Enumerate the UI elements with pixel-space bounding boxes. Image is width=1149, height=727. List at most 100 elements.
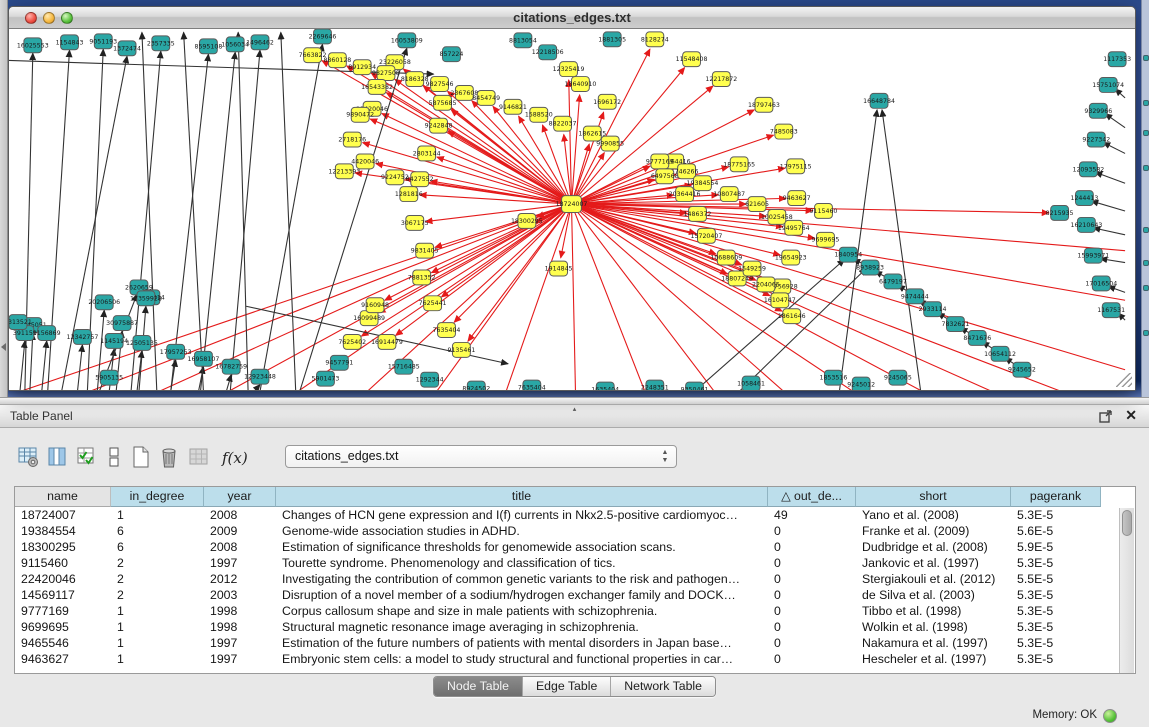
graph-node[interactable]: 8215935 xyxy=(1046,206,1074,221)
table-cell[interactable]: Yano et al. (2008) xyxy=(856,507,1011,523)
table-cell[interactable]: Genome-wide association studies in ADHD. xyxy=(276,523,768,539)
column-header-out-de-[interactable]: △ out_de... xyxy=(768,487,856,507)
graph-edge[interactable] xyxy=(77,345,82,390)
table-cell[interactable]: 49 xyxy=(768,507,856,523)
delete-table-icon[interactable] xyxy=(158,445,180,469)
table-cell[interactable]: 1997 xyxy=(204,555,276,571)
table-cell[interactable]: 9463627 xyxy=(15,651,111,667)
graph-edge[interactable] xyxy=(184,32,204,390)
graph-node[interactable]: 9457791 xyxy=(325,355,353,370)
table-cell[interactable]: Embryonic stem cells: a model to study s… xyxy=(276,651,768,667)
table-cell[interactable]: 6 xyxy=(111,523,204,539)
graph-node[interactable]: 12093582 xyxy=(1072,162,1104,177)
table-cell[interactable]: 0 xyxy=(768,571,856,587)
table-cell[interactable]: 5.3E-5 xyxy=(1011,603,1101,619)
table-row[interactable]: 2242004622012Investigating the contribut… xyxy=(15,571,1135,587)
graph-edge[interactable] xyxy=(572,204,1062,390)
float-panel-icon[interactable] xyxy=(1099,409,1113,423)
table-cell[interactable]: 2 xyxy=(111,587,204,603)
table-row[interactable]: 1872400712008Changes of HCN gene express… xyxy=(15,507,1135,523)
graph-edge[interactable] xyxy=(572,204,784,390)
table-cell[interactable]: 2003 xyxy=(204,587,276,603)
graph-node[interactable]: 1372474 xyxy=(113,41,141,56)
graph-node[interactable]: 2718176 xyxy=(338,132,366,147)
table-cell[interactable]: Nakamura et al. (1997) xyxy=(856,635,1011,651)
graph-node[interactable]: 1056034 xyxy=(221,37,249,52)
table-cell[interactable]: 1 xyxy=(111,635,204,651)
graph-node[interactable]: 1914845 xyxy=(545,261,573,276)
table-cell[interactable]: 9115460 xyxy=(15,555,111,571)
table-cell[interactable]: 6 xyxy=(111,539,204,555)
table-cell[interactable]: Wolkin et al. (1998) xyxy=(856,619,1011,635)
graph-edge[interactable] xyxy=(281,32,296,390)
graph-node[interactable]: 9827546 xyxy=(426,77,454,92)
table-cell[interactable]: Estimation of the future numbers of pati… xyxy=(276,635,768,651)
graph-node[interactable]: 16914479 xyxy=(371,335,403,350)
graph-node[interactable]: 10654112 xyxy=(984,346,1016,361)
graph-node[interactable]: 8595108 xyxy=(194,39,222,54)
window-titlebar[interactable]: citations_edges.txt xyxy=(9,7,1135,29)
graph-edge[interactable] xyxy=(1091,201,1125,211)
graph-node[interactable]: 6479197 xyxy=(879,274,907,289)
scrollbar-thumb[interactable] xyxy=(1122,510,1132,536)
table-cell[interactable]: Hescheler et al. (1997) xyxy=(856,651,1011,667)
graph-node[interactable]: 9224752 xyxy=(381,170,409,185)
table-cell[interactable]: de Silva et al. (2003) xyxy=(856,587,1011,603)
graph-node[interactable]: 12217872 xyxy=(705,72,737,87)
function-builder-icon[interactable]: f(x) xyxy=(222,449,248,467)
graph-node[interactable]: 8924502 xyxy=(462,381,490,390)
table-cell[interactable]: Dudbridge et al. (2008) xyxy=(856,539,1011,555)
table-cell[interactable]: Franke et al. (2009) xyxy=(856,523,1011,539)
graph-node[interactable]: 1145194 xyxy=(100,334,128,349)
graph-node[interactable]: 16543382 xyxy=(361,80,393,95)
graph-edge[interactable] xyxy=(572,204,923,390)
table-row[interactable]: 946362711997Embryonic stem cells: a mode… xyxy=(15,651,1135,667)
table-cell[interactable]: 2 xyxy=(111,571,204,587)
table-cell[interactable]: 5.5E-5 xyxy=(1011,571,1101,587)
table-cell[interactable]: 1998 xyxy=(204,619,276,635)
column-header-in-degree[interactable]: in_degree xyxy=(111,487,204,507)
table-cell[interactable]: 5.3E-5 xyxy=(1011,619,1101,635)
table-cell[interactable]: 5.3E-5 xyxy=(1011,651,1101,667)
graph-node[interactable]: 8860128 xyxy=(323,53,351,68)
graph-node[interactable]: 1696172 xyxy=(593,94,621,109)
table-cell[interactable]: 5.3E-5 xyxy=(1011,555,1101,571)
graph-node[interactable]: 7485083 xyxy=(770,124,798,139)
graph-edge[interactable] xyxy=(572,204,576,390)
table-cell[interactable]: 5.9E-5 xyxy=(1011,539,1101,555)
table-cell[interactable]: 5.3E-5 xyxy=(1011,507,1101,523)
graph-node[interactable]: 15993971 xyxy=(1077,248,1109,263)
table-cell[interactable]: 2009 xyxy=(204,523,276,539)
tab-network-table[interactable]: Network Table xyxy=(611,677,715,696)
graph-node[interactable]: 9463627 xyxy=(783,191,811,206)
table-cell[interactable]: Tibbo et al. (1998) xyxy=(856,603,1011,619)
table-cell[interactable]: 2 xyxy=(111,555,204,571)
graph-node[interactable]: 16053809 xyxy=(391,33,423,48)
column-header-title[interactable]: title xyxy=(276,487,768,507)
column-header-name[interactable]: name xyxy=(15,487,111,507)
graph-edge[interactable] xyxy=(159,204,572,390)
graph-edge[interactable] xyxy=(572,95,580,204)
table-cell[interactable]: 0 xyxy=(768,523,856,539)
graph-node[interactable]: 1244413 xyxy=(1070,191,1098,206)
graph-node[interactable]: 1496462 xyxy=(246,35,274,50)
table-cell[interactable]: Estimation of significance thresholds fo… xyxy=(276,539,768,555)
graph-node[interactable]: 12505135 xyxy=(126,335,158,350)
table-cell[interactable]: Disruption of a novel member of a sodium… xyxy=(276,587,768,603)
table-cell[interactable]: 1 xyxy=(111,619,204,635)
graph-node[interactable]: 1117353 xyxy=(1103,52,1131,67)
table-cell[interactable]: Changes of HCN gene expression and I(f) … xyxy=(276,507,768,523)
table-cell[interactable]: 14569117 xyxy=(15,587,111,603)
graph-node[interactable]: 7635404 xyxy=(433,323,461,338)
graph-node[interactable]: 16782759 xyxy=(215,359,247,374)
table-cell[interactable]: 2008 xyxy=(204,539,276,555)
graph-node[interactable]: 15751074 xyxy=(1092,78,1124,93)
graph-edge[interactable] xyxy=(572,204,1126,251)
new-document-icon[interactable] xyxy=(130,445,152,469)
graph-node[interactable]: 9135461 xyxy=(447,342,475,357)
graph-edge[interactable] xyxy=(1105,114,1125,128)
table-cell[interactable]: Tourette syndrome. Phenomenology and cla… xyxy=(276,555,768,571)
table-cell[interactable]: 0 xyxy=(768,651,856,667)
graph-node[interactable]: 1058461 xyxy=(737,376,765,390)
graph-node[interactable]: 7635404 xyxy=(518,380,546,390)
